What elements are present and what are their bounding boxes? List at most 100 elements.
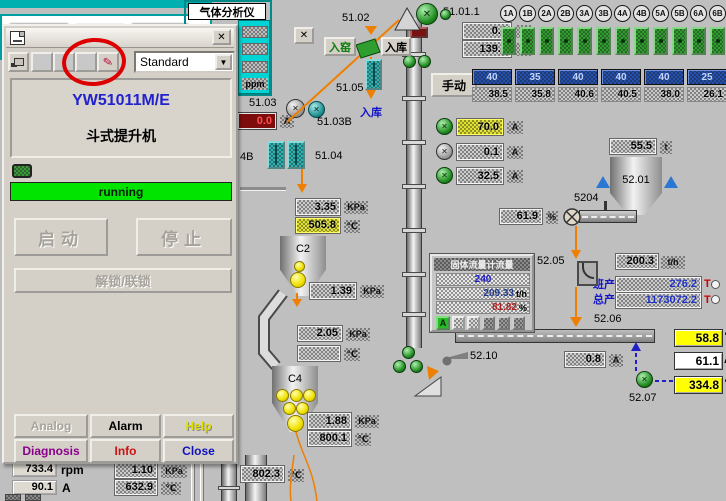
clipped-box — [25, 494, 41, 501]
bin-52-01: 52.01 — [610, 157, 662, 215]
motor-icon[interactable]: ✕ — [436, 167, 453, 184]
red-gate-valve[interactable] — [410, 27, 428, 38]
pipe-flange — [402, 184, 426, 189]
bin-label-6b: 6B — [709, 5, 726, 22]
percent-value: 81.82 — [439, 302, 517, 313]
slide-valve[interactable] — [365, 59, 382, 90]
bin-gate-valve[interactable] — [653, 27, 668, 55]
start-label: 启动 — [38, 225, 84, 250]
feeder-valve-icon — [566, 211, 578, 223]
flap-valve-icon[interactable] — [287, 415, 304, 432]
bin-gate-valve[interactable] — [596, 27, 611, 55]
bin-label-1b: 1B — [519, 5, 536, 22]
interlock-label: 解锁/联锁 — [95, 271, 151, 290]
flowmeter-mode-button[interactable]: A — [436, 316, 450, 330]
flap-valve-icon[interactable] — [276, 389, 289, 402]
motor-icon[interactable] — [410, 360, 423, 373]
weight-unit: t — [660, 141, 672, 154]
slide-valve[interactable] — [287, 141, 305, 169]
to-silo-button[interactable]: 入库 — [381, 37, 411, 56]
pipe-flange — [402, 140, 426, 145]
diagnosis-label: Diagnosis — [22, 444, 79, 458]
alarm-button[interactable]: Alarm — [90, 414, 161, 438]
interlock-button[interactable]: 解锁/联锁 — [14, 268, 232, 293]
flap-valve-icon[interactable] — [294, 261, 305, 272]
rpm-value: 733.4 — [25, 464, 53, 475]
dropdown-arrow-button[interactable]: ▼ — [215, 54, 232, 70]
close-button[interactable]: Close — [163, 439, 234, 463]
dialog-titlebar[interactable]: ✕ — [6, 28, 234, 48]
slide-valve[interactable] — [267, 141, 285, 169]
diverter-valve[interactable] — [356, 39, 380, 58]
pipe-flange — [402, 96, 426, 101]
tag-52-06: 52.06 — [594, 314, 622, 325]
diagnosis-button[interactable]: Diagnosis — [14, 439, 88, 463]
motor-icon[interactable] — [393, 360, 406, 373]
to-kiln-button[interactable]: 入窑 — [324, 37, 356, 56]
setpoint-box: 35 — [515, 69, 555, 85]
tag-52-07: 52.07 — [629, 393, 657, 404]
bin-gate-valve[interactable] — [539, 27, 554, 55]
elevator-motor-icon[interactable]: ✕ — [416, 3, 438, 25]
view-dropdown[interactable]: Standard ▼ — [134, 51, 235, 73]
motor-icon[interactable] — [402, 346, 415, 359]
scale-icon — [442, 352, 468, 359]
flap-valve-icon[interactable] — [283, 402, 296, 415]
analog-button[interactable]: Analog — [14, 414, 88, 438]
flap-valve-icon[interactable] — [290, 389, 303, 402]
help-button[interactable]: Help — [163, 414, 234, 438]
motor-icon[interactable]: ✕ — [436, 143, 453, 160]
gas-window-close-button[interactable]: ✕ — [294, 27, 314, 44]
bin-gate-valve[interactable] — [501, 27, 516, 55]
bin-label-5b: 5B — [671, 5, 688, 22]
flowmeter-button[interactable] — [512, 316, 525, 330]
gas-value-box — [242, 26, 268, 38]
motor-mark: ✕ — [641, 375, 648, 384]
pin-button[interactable] — [8, 52, 29, 72]
gas-analyzer-label: 气体分析仪 — [200, 4, 255, 20]
bin-gate-valve[interactable] — [558, 27, 573, 55]
shift-value: 276.2 — [669, 279, 697, 290]
current-value: 0.0 — [257, 116, 272, 127]
motor-icon[interactable] — [440, 9, 451, 20]
bin-gate-valve[interactable] — [672, 27, 687, 55]
manual-button[interactable]: 手动 — [431, 73, 477, 97]
motor-icon[interactable] — [418, 55, 431, 68]
feeder-valve-icon[interactable] — [564, 209, 580, 225]
diverter-flap-icon[interactable] — [577, 261, 598, 286]
motor-icon[interactable] — [403, 55, 416, 68]
start-button[interactable]: 启动 — [14, 218, 108, 256]
info-button[interactable]: Info — [90, 439, 161, 463]
toolbar-button[interactable] — [31, 52, 53, 72]
motor-icon[interactable]: ✕ — [436, 118, 453, 135]
percent-unit: % — [546, 211, 558, 224]
motor-mark: ✕ — [423, 9, 431, 20]
current-box-alarm: 70.0 — [457, 119, 503, 135]
bin-gate-valve[interactable] — [520, 27, 535, 55]
bin-gate-valve[interactable] — [634, 27, 649, 55]
bin-label-2b: 2B — [557, 5, 574, 22]
tag-51-03: 51.03 — [249, 98, 277, 109]
duct — [264, 293, 283, 366]
motor-icon[interactable]: ✕ — [286, 99, 305, 118]
to-kiln-label: 入窑 — [329, 39, 351, 55]
bin-gate-valve[interactable] — [577, 27, 592, 55]
close-label: Close — [182, 444, 215, 458]
flowmeter-button[interactable] — [497, 316, 510, 330]
current-box: 32.5 — [457, 168, 503, 184]
bin-gate-valve[interactable] — [691, 27, 706, 55]
flap-valve-icon[interactable] — [303, 389, 316, 402]
flap-valve-icon[interactable] — [290, 272, 306, 288]
flowmeter-button[interactable] — [482, 316, 495, 330]
rpm-box: 733.4 — [12, 462, 57, 477]
flowmeter-button[interactable] — [467, 316, 480, 330]
to-silo-label: 入库 — [360, 108, 382, 119]
flowmeter-titlebar: 固体流量计流量 — [434, 258, 530, 271]
bin-gate-valve[interactable] — [710, 27, 725, 55]
dialog-close-button[interactable]: ✕ — [212, 29, 231, 45]
bin-gate-valve[interactable] — [615, 27, 630, 55]
pipe-flange — [402, 272, 426, 277]
flowmeter-button[interactable] — [452, 316, 465, 330]
motor-icon-52-07[interactable]: ✕ — [636, 371, 653, 388]
stop-button[interactable]: 停止 — [136, 218, 232, 256]
